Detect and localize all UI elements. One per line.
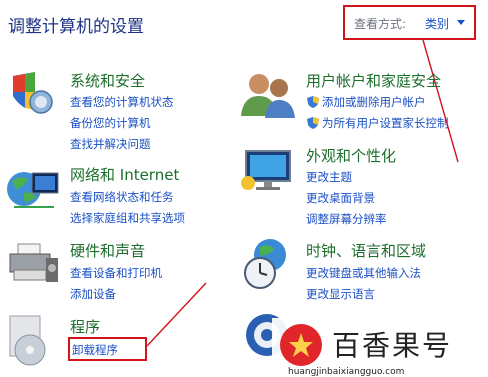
link-change-theme[interactable]: 更改主题: [306, 169, 352, 185]
user-accounts-icon: [241, 74, 295, 118]
category-hardware-sound[interactable]: 硬件和声音: [70, 240, 145, 261]
system-security-icon: [13, 72, 53, 114]
category-appearance[interactable]: 外观和个性化: [306, 145, 396, 166]
category-clock-language-region[interactable]: 时钟、语言和区域: [306, 240, 426, 261]
link-homegroup-sharing[interactable]: 选择家庭组和共享选项: [70, 210, 185, 226]
programs-icon: [9, 315, 46, 366]
shield-icon: [307, 96, 319, 108]
category-user-accounts[interactable]: 用户帐户和家庭安全: [306, 70, 441, 91]
link-view-devices-printers[interactable]: 查看设备和打印机: [70, 265, 162, 281]
watermark: 百香果号 huangjinbaixiangguo.com: [272, 318, 488, 377]
clock-globe-icon: [244, 239, 286, 289]
link-parental-controls[interactable]: 为所有用户设置家长控制: [322, 115, 449, 131]
link-add-device[interactable]: 添加设备: [70, 286, 116, 302]
category-network-internet[interactable]: 网络和 Internet: [70, 164, 179, 185]
annotation-arrow-top: [422, 39, 459, 163]
link-view-network-status[interactable]: 查看网络状态和任务: [70, 189, 174, 205]
watermark-brand: 百香果号: [332, 329, 453, 362]
link-troubleshoot[interactable]: 查找并解决问题: [70, 136, 151, 152]
link-change-display-language[interactable]: 更改显示语言: [306, 286, 375, 302]
shield-icon: [307, 117, 319, 129]
printer-icon: [9, 243, 58, 282]
link-add-remove-users[interactable]: 添加或删除用户帐户: [322, 94, 426, 110]
link-change-background[interactable]: 更改桌面背景: [306, 190, 375, 206]
link-uninstall-program[interactable]: 卸载程序: [72, 342, 118, 358]
appearance-icon: [241, 150, 291, 190]
category-system-security[interactable]: 系统和安全: [70, 70, 145, 91]
link-change-keyboard[interactable]: 更改键盘或其他输入法: [306, 265, 421, 281]
annotation-arrow-bottom: [146, 282, 207, 347]
link-backup-computer[interactable]: 备份您的计算机: [70, 115, 151, 131]
brand-logo-icon: [280, 324, 322, 366]
link-screen-resolution[interactable]: 调整屏幕分辨率: [306, 211, 387, 227]
category-programs[interactable]: 程序: [70, 316, 100, 337]
link-view-computer-status[interactable]: 查看您的计算机状态: [70, 94, 174, 110]
network-internet-icon: [7, 172, 59, 208]
